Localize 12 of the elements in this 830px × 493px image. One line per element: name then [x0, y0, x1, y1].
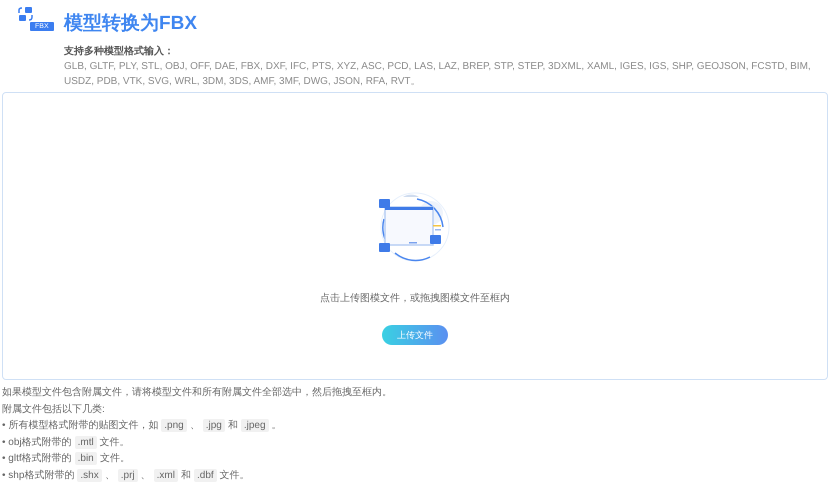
- formats-heading: 支持多种模型格式输入：: [64, 44, 175, 58]
- page-title: 模型转换为FBX: [64, 12, 198, 36]
- attachment-types-heading: 附属文件包括以下几类:: [2, 402, 106, 416]
- attachment-type-item: • gltf格式附带的 .bin 文件。: [2, 451, 131, 467]
- attachment-note: 如果模型文件包含附属文件，请将模型文件和所有附属文件全部选中，然后拖拽至框内。: [2, 386, 393, 400]
- formats-list: GLB, GLTF, PLY, STL, OBJ, OFF, DAE, FBX, DXF, IFC, PTS, XYZ, ASC, PCD, LAS, LAZ, BREP, STP, STEP, 3DXML, XAML, IGES, IGS, SHP, GEOJSON, FCSTD, BIM, USDZ, PDB, VTK, SVG, WRL, 3DM, 3DS, AMF, 3MF, DWG, JSON, RFA, RVT。: [64, 59, 814, 89]
- upload-hint: 点击上传图模文件，或拖拽图模文件至框内: [320, 292, 510, 305]
- upload-dropzone[interactable]: 点击上传图模文件，或拖拽图模文件至框内 上传文件: [2, 92, 828, 380]
- attachment-type-item: • 所有模型格式附带的贴图文件，如 .png 、 .jpg 和 .jpeg 。: [2, 418, 283, 434]
- attachment-type-item: • obj格式附带的 .mtl 文件。: [2, 434, 131, 450]
- attachment-type-item: • shp格式附带的 .shx 、 .prj 、 .xml 和 .dbf 文件。: [2, 468, 251, 484]
- convert-arrows-icon: [18, 6, 34, 22]
